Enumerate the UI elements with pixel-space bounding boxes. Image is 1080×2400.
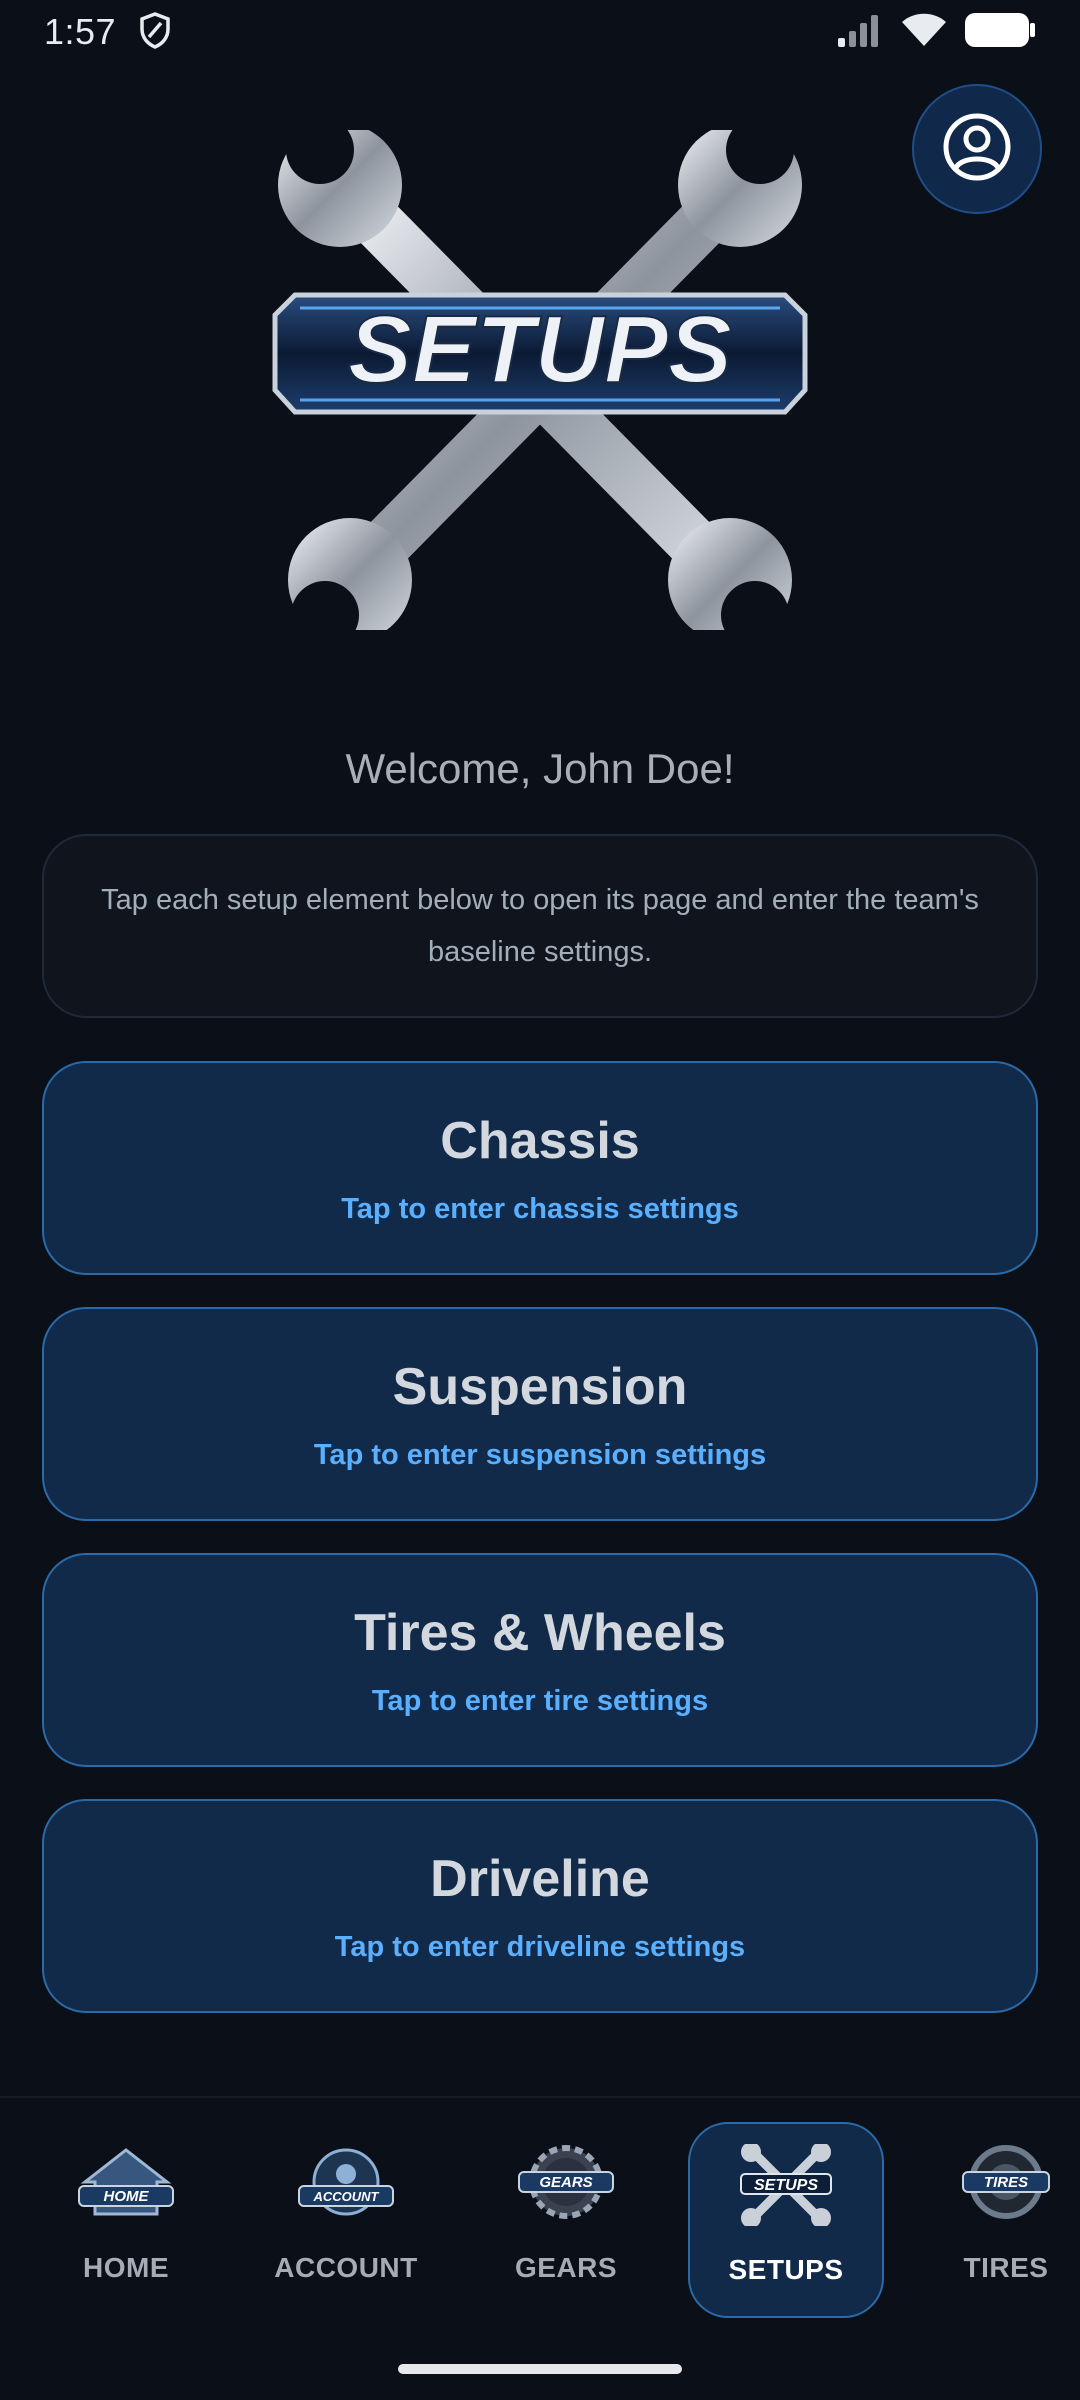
profile-button[interactable] xyxy=(912,84,1042,214)
info-card: Tap each setup element below to open its… xyxy=(42,834,1038,1018)
setups-screen: 1:57 SETUPS Welcome, John Doe! Tap each … xyxy=(0,0,1080,2400)
home-icon: HOME xyxy=(71,2142,181,2224)
setup-subtitle: Tap to enter chassis settings xyxy=(341,1192,739,1225)
suspension-card[interactable]: Suspension Tap to enter suspension setti… xyxy=(42,1307,1038,1521)
svg-text:TIRES: TIRES xyxy=(984,2174,1028,2191)
nav-gears[interactable]: GEARS GEARS xyxy=(468,2122,664,2318)
welcome-text: Welcome, John Doe! xyxy=(345,745,735,792)
user-circle-icon xyxy=(941,111,1013,188)
setup-title: Chassis xyxy=(440,1111,640,1170)
setup-title: Driveline xyxy=(430,1849,650,1908)
svg-text:HOME: HOME xyxy=(104,2188,150,2205)
nav-tires[interactable]: TIRES TIRES xyxy=(908,2122,1080,2318)
tires-icon: TIRES xyxy=(951,2142,1061,2224)
svg-text:GEARS: GEARS xyxy=(539,2174,592,2191)
gears-icon: GEARS xyxy=(511,2142,621,2224)
nav-label: HOME xyxy=(83,2252,169,2283)
battery-icon xyxy=(964,12,1036,53)
nav-label: ACCOUNT xyxy=(274,2252,418,2283)
setup-subtitle: Tap to enter driveline settings xyxy=(334,1930,746,1963)
setups-icon: SETUPS xyxy=(731,2142,841,2228)
svg-text:SETUPS: SETUPS xyxy=(754,2177,818,2194)
tires-wheels-card[interactable]: Tires & Wheels Tap to enter tire setting… xyxy=(42,1553,1038,1767)
home-indicator[interactable] xyxy=(398,2364,682,2374)
nav-account[interactable]: ACCOUNT ACCOUNT xyxy=(248,2122,444,2318)
status-time: 1:57 xyxy=(44,11,117,52)
bottom-nav: HOME HOME ACCOUNT ACCOUNT GEARS GEARS SE… xyxy=(0,2096,1080,2400)
wifi-icon xyxy=(900,12,948,53)
account-icon: ACCOUNT xyxy=(291,2142,401,2224)
signal-icon xyxy=(836,12,884,53)
setup-subtitle: Tap to enter tire settings xyxy=(371,1684,709,1717)
shield-icon xyxy=(138,11,172,54)
setup-subtitle: Tap to enter suspension settings xyxy=(313,1438,767,1471)
nav-label: SETUPS xyxy=(728,2254,844,2285)
setup-title: Tires & Wheels xyxy=(354,1603,726,1662)
setups-logo: SETUPS xyxy=(255,116,825,649)
driveline-card[interactable]: Driveline Tap to enter driveline setting… xyxy=(42,1799,1038,2013)
setup-title: Suspension xyxy=(392,1357,688,1416)
logo-text: SETUPS xyxy=(348,296,732,403)
status-bar: 1:57 xyxy=(0,0,1080,64)
nav-label: GEARS xyxy=(514,2252,618,2283)
nav-label: TIRES xyxy=(963,2252,1049,2283)
nav-home[interactable]: HOME HOME xyxy=(28,2122,224,2318)
chassis-card[interactable]: Chassis Tap to enter chassis settings xyxy=(42,1061,1038,1275)
svg-text:ACCOUNT: ACCOUNT xyxy=(313,2189,380,2204)
info-text: Tap each setup element below to open its… xyxy=(101,884,979,968)
nav-setups[interactable]: SETUPS SETUPS xyxy=(688,2122,884,2318)
